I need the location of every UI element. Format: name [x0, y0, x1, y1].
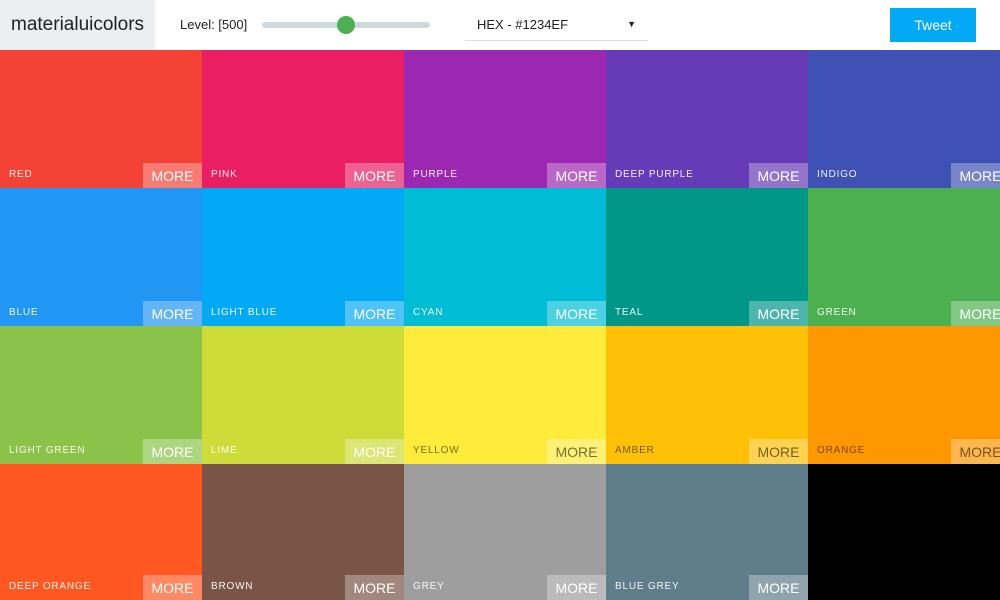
color-tile[interactable]: TEAL MORE: [606, 188, 808, 326]
color-name-label: YELLOW: [413, 445, 460, 456]
color-tile[interactable]: INDIGO MORE: [808, 50, 1000, 188]
color-tile[interactable]: CYAN MORE: [404, 188, 606, 326]
color-tile[interactable]: DEEP ORANGE MORE: [0, 464, 202, 600]
color-tile[interactable]: BROWN MORE: [202, 464, 404, 600]
more-button[interactable]: MORE: [749, 301, 808, 326]
color-grid: RED MORE PINK MORE PURPLE MORE DEEP PURPLE MORE…: [0, 50, 1000, 600]
color-tile[interactable]: BLUE GREY MORE: [606, 464, 808, 600]
color-format-select[interactable]: HEX - #1234EF ▼: [465, 8, 648, 41]
color-tile[interactable]: GREY MORE: [404, 464, 606, 600]
color-tile[interactable]: LIGHT BLUE MORE: [202, 188, 404, 326]
color-name-label: LIME: [211, 445, 238, 456]
color-name-label: GREEN: [817, 307, 857, 318]
more-button[interactable]: MORE: [547, 439, 606, 464]
app-logo[interactable]: materialuicolors: [0, 0, 155, 50]
color-name-label: DEEP ORANGE: [9, 581, 91, 592]
more-button[interactable]: MORE: [951, 301, 1000, 326]
color-tile[interactable]: PINK MORE: [202, 50, 404, 188]
color-name-label: PINK: [211, 169, 238, 180]
color-name-label: LIGHT BLUE: [211, 307, 278, 318]
more-button[interactable]: MORE: [143, 439, 202, 464]
color-name-label: BLUE: [9, 307, 39, 318]
more-button[interactable]: MORE: [547, 301, 606, 326]
more-button[interactable]: MORE: [143, 575, 202, 600]
color-name-label: LIGHT GREEN: [9, 445, 86, 456]
color-name-label: TEAL: [615, 307, 644, 318]
color-tile[interactable]: RED MORE: [0, 50, 202, 188]
more-button[interactable]: MORE: [345, 575, 404, 600]
color-name-label: DEEP PURPLE: [615, 169, 694, 180]
color-tile[interactable]: BLUE MORE: [0, 188, 202, 326]
more-button[interactable]: MORE: [951, 163, 1000, 188]
color-name-label: ORANGE: [817, 445, 866, 456]
format-select-value: HEX - #1234EF: [477, 16, 569, 32]
color-name-label: RED: [9, 169, 33, 180]
color-tile[interactable]: ORANGE MORE: [808, 326, 1000, 464]
more-button[interactable]: MORE: [749, 575, 808, 600]
color-tile[interactable]: AMBER MORE: [606, 326, 808, 464]
color-name-label: INDIGO: [817, 169, 858, 180]
top-bar: materialuicolors Level: [500] HEX - #123…: [0, 0, 1000, 50]
color-tile[interactable]: LIGHT GREEN MORE: [0, 326, 202, 464]
color-tile[interactable]: YELLOW MORE: [404, 326, 606, 464]
color-tile[interactable]: DEEP PURPLE MORE: [606, 50, 808, 188]
more-button[interactable]: MORE: [143, 163, 202, 188]
color-name-label: PURPLE: [413, 169, 458, 180]
more-button[interactable]: MORE: [547, 163, 606, 188]
color-tile[interactable]: LIME MORE: [202, 326, 404, 464]
more-button[interactable]: MORE: [143, 301, 202, 326]
color-tile[interactable]: GREEN MORE: [808, 188, 1000, 326]
color-name-label: CYAN: [413, 307, 444, 318]
tweet-button[interactable]: Tweet: [890, 8, 976, 42]
level-label: Level: [500]: [180, 17, 248, 32]
more-button[interactable]: MORE: [749, 163, 808, 188]
color-name-label: BROWN: [211, 581, 254, 592]
more-button[interactable]: MORE: [547, 575, 606, 600]
more-button[interactable]: MORE: [951, 439, 1000, 464]
color-name-label: AMBER: [615, 445, 655, 456]
color-name-label: BLUE GREY: [615, 581, 680, 592]
more-button[interactable]: MORE: [345, 439, 404, 464]
more-button[interactable]: MORE: [749, 439, 808, 464]
dropdown-arrow-icon: ▼: [627, 19, 636, 29]
more-button[interactable]: MORE: [345, 163, 404, 188]
color-tile[interactable]: [808, 464, 1000, 600]
level-slider[interactable]: [262, 16, 430, 34]
more-button[interactable]: MORE: [345, 301, 404, 326]
slider-thumb[interactable]: [337, 16, 355, 34]
color-tile[interactable]: PURPLE MORE: [404, 50, 606, 188]
color-name-label: GREY: [413, 581, 445, 592]
